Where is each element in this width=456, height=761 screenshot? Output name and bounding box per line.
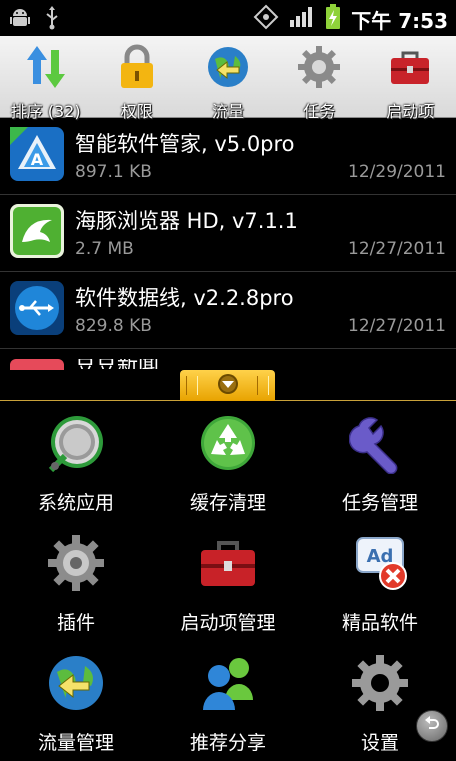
toolbar-sort-button[interactable]: 排序 (32): [0, 36, 91, 121]
menu-label: 缓存清理: [189, 492, 266, 514]
gps-icon: [253, 4, 279, 34]
toolbar-task-button[interactable]: 任务: [274, 36, 365, 121]
traffic-globe-icon: [45, 652, 107, 718]
menu-label: 精品软件: [341, 612, 418, 634]
app-date: 12/27/2011: [348, 239, 446, 259]
chevron-down-icon: [216, 372, 240, 400]
toolbox-icon: [387, 44, 433, 94]
sort-arrows-icon: [23, 44, 69, 94]
wrench-icon: [348, 412, 411, 478]
menu-grid: 系统应用 缓存清理 任务管理 插件 启动项管理 Ad 精品软件 流量管理 推荐分…: [0, 400, 456, 760]
share-people-icon: [197, 652, 259, 718]
menu-label: 插件: [56, 612, 95, 634]
menu-label: 推荐分享: [189, 732, 266, 754]
news-app-icon: [10, 359, 64, 370]
menu-startup-manager[interactable]: 启动项管理: [152, 520, 304, 640]
toolbar-permission-button[interactable]: 权限: [91, 36, 182, 121]
menu-label: 流量管理: [37, 732, 114, 754]
app-list-item-partial[interactable]: 豆豆新闻: [0, 349, 456, 370]
menu-plugins[interactable]: 插件: [0, 520, 152, 640]
plugin-gear-icon: [45, 532, 107, 598]
handle-grip-left: [186, 376, 198, 395]
svg-text:A: A: [31, 150, 44, 169]
menu-settings[interactable]: 设置: [304, 640, 456, 760]
globe-arrow-icon: [205, 44, 251, 94]
menu-premium-software[interactable]: Ad 精品软件: [304, 520, 456, 640]
dolphin-icon: [10, 204, 64, 258]
signal-icon: [289, 6, 315, 32]
app-name: 软件数据线, v2.2.8pro: [75, 286, 294, 310]
undo-arrow-icon: [423, 715, 441, 737]
app-list-item[interactable]: 软件数据线, v2.2.8pro 829.8 KB 12/27/2011: [0, 272, 456, 349]
menu-label: 启动项管理: [180, 612, 276, 634]
padlock-icon: [114, 44, 160, 94]
usb-data-icon: [10, 281, 64, 335]
menu-task-manager[interactable]: 任务管理: [304, 400, 456, 520]
clock: 下午 7:53: [351, 8, 448, 33]
back-button[interactable]: [416, 710, 448, 742]
app-size: 897.1 KB: [75, 162, 152, 182]
menu-traffic-manager[interactable]: 流量管理: [0, 640, 152, 760]
menu-label: 设置: [360, 732, 399, 754]
menu-cache-clean[interactable]: 缓存清理: [152, 400, 304, 520]
app-name: 海豚浏览器 HD, v7.1.1: [75, 209, 298, 233]
premium-software-icon: Ad: [349, 532, 411, 598]
android-debug-icon: [10, 7, 30, 33]
usb-icon: [44, 6, 60, 34]
menu-collapse-handle[interactable]: [180, 370, 275, 401]
toolbar-startup-button[interactable]: 启动项: [365, 36, 456, 121]
menu-system-apps[interactable]: 系统应用: [0, 400, 152, 520]
startup-toolbox-icon: [197, 532, 259, 598]
system-app-icon: [45, 412, 107, 478]
gear-icon: [296, 44, 342, 94]
toolbar: 排序 (32) 权限 流量 任务 启动项: [0, 36, 456, 121]
handle-grip-right: [257, 376, 269, 395]
app-size: 2.7 MB: [75, 239, 134, 259]
app-name: 智能软件管家, v5.0pro: [75, 132, 295, 156]
battery-charging-icon: [325, 4, 341, 34]
menu-label: 任务管理: [341, 492, 418, 514]
app-manager-icon: A: [10, 127, 64, 181]
app-list: A 智能软件管家, v5.0pro 897.1 KB 12/29/2011 海豚…: [0, 118, 456, 370]
settings-gear-icon: [349, 652, 411, 718]
menu-label: 系统应用: [37, 492, 114, 514]
app-date: 12/27/2011: [348, 316, 446, 336]
app-name: 豆豆新闻: [75, 359, 185, 369]
recycle-icon: [197, 412, 259, 478]
app-date: 12/29/2011: [348, 162, 446, 182]
app-size: 829.8 KB: [75, 316, 152, 336]
status-bar: 下午 7:53: [0, 0, 456, 36]
toolbar-traffic-button[interactable]: 流量: [182, 36, 273, 121]
app-list-item[interactable]: A 智能软件管家, v5.0pro 897.1 KB 12/29/2011: [0, 118, 456, 195]
menu-recommend-share[interactable]: 推荐分享: [152, 640, 304, 760]
app-list-item[interactable]: 海豚浏览器 HD, v7.1.1 2.7 MB 12/27/2011: [0, 195, 456, 272]
